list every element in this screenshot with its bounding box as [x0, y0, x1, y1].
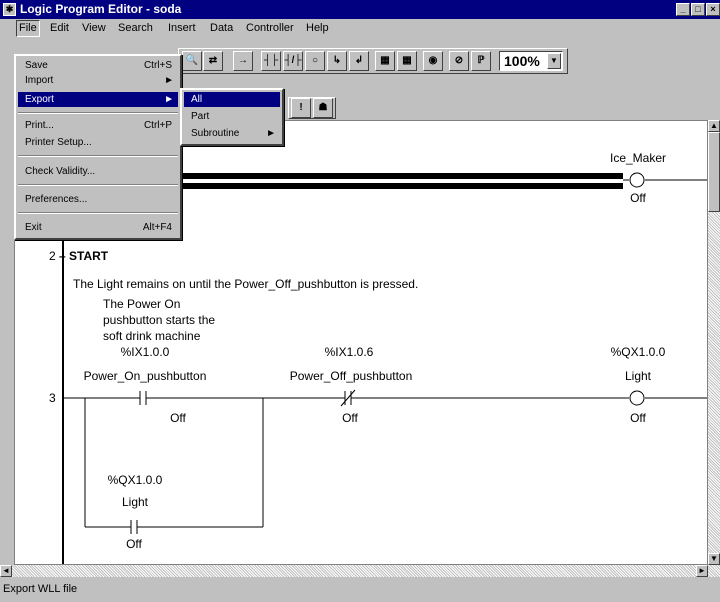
scroll-right-icon[interactable]: ►	[696, 565, 708, 577]
status-text: Export WLL file	[3, 583, 78, 595]
menu-item-export-subroutine[interactable]: Subroutine ►	[184, 126, 280, 141]
rung1-coil-name: Ice_Maker	[609, 151, 667, 165]
menu-separator	[18, 155, 178, 157]
branch-contact-state: Off	[126, 537, 142, 551]
menu-item-import[interactable]: Import ►	[18, 73, 178, 88]
coil-address: %QX1.0.0	[610, 345, 666, 359]
file-menu-dropdown: Save Ctrl+S Import ► Export ► Print... Ctrl+…	[14, 54, 182, 240]
menu-view[interactable]: View	[82, 22, 106, 34]
contact1-name[interactable]: Power_On_pushbutton	[83, 369, 207, 383]
minimize-button[interactable]: _	[676, 3, 690, 16]
horizontal-scrollbar[interactable]: ◄ ►	[0, 565, 720, 577]
disable-button[interactable]: ⊘	[449, 51, 469, 71]
coil-button[interactable]: ○	[305, 51, 325, 71]
menu-search[interactable]: Search	[118, 22, 153, 34]
scroll-left-icon[interactable]: ◄	[0, 565, 12, 577]
close-button[interactable]: ×	[706, 3, 720, 16]
contact2-name[interactable]: Power_Off_pushbutton	[279, 369, 423, 383]
menu-help[interactable]: Help	[306, 22, 329, 34]
rung3-number: 3	[49, 391, 56, 405]
menu-file[interactable]: File	[16, 20, 40, 37]
scroll-down-icon[interactable]: ▼	[708, 553, 720, 565]
menu-separator	[18, 184, 178, 186]
scroll-thumb[interactable]	[708, 132, 720, 212]
contact1-state: Off	[170, 411, 186, 425]
alert-button[interactable]: !	[291, 98, 311, 118]
function-block-button[interactable]: ▦	[375, 51, 395, 71]
menu-separator	[18, 112, 178, 114]
zoom-value: 100%	[504, 53, 540, 69]
user-button[interactable]: ☗	[313, 98, 333, 118]
coil-name[interactable]: Light	[613, 369, 663, 383]
replace-button[interactable]: ⇄	[203, 51, 223, 71]
menu-item-print[interactable]: Print... Ctrl+P	[18, 118, 178, 133]
zoom-select[interactable]: 100% ▼	[499, 51, 563, 71]
nc-contact-button[interactable]: ┤/├	[283, 51, 303, 71]
function-block2-button[interactable]: ▦	[397, 51, 417, 71]
rung3-note-line2: pushbutton starts the	[103, 313, 216, 327]
menu-item-preferences[interactable]: Preferences...	[18, 192, 178, 207]
menu-edit[interactable]: Edit	[50, 22, 69, 34]
rung1-coil-state: Off	[630, 191, 646, 205]
properties-button[interactable]: ℙ	[471, 51, 491, 71]
menu-data[interactable]: Data	[210, 22, 233, 34]
scroll-up-icon[interactable]: ▲	[708, 120, 720, 132]
monitor-button[interactable]: ◉	[423, 51, 443, 71]
menu-item-printer-setup[interactable]: Printer Setup...	[18, 135, 178, 150]
insert-rung-button[interactable]: →	[233, 51, 253, 71]
menu-item-export-all[interactable]: All	[184, 92, 280, 107]
window-title: Logic Program Editor - soda	[20, 2, 182, 16]
contact2-state: Off	[342, 411, 358, 425]
rung3-note-line1: The Power On	[103, 297, 181, 311]
contact1-address: %IX1.0.0	[120, 345, 170, 359]
title-bar[interactable]: ✱ Logic Program Editor - soda _ □ ×	[0, 0, 720, 19]
branch-open-button[interactable]: ↳	[327, 51, 347, 71]
maximize-button[interactable]: □	[691, 3, 705, 16]
menu-item-exit[interactable]: Exit Alt+F4	[18, 220, 178, 235]
no-contact-button[interactable]: ┤├	[261, 51, 281, 71]
status-bar: Export WLL file	[0, 578, 720, 602]
rung3-note-line3: soft drink machine	[103, 329, 201, 343]
app-icon[interactable]: ✱	[3, 3, 16, 16]
menu-bar: File Edit View Search Insert Data Contro…	[0, 19, 720, 38]
menu-separator	[18, 212, 178, 214]
menu-item-save[interactable]: Save Ctrl+S	[18, 58, 178, 73]
rung2-comment: The Light remains on until the Power_Off…	[73, 277, 419, 291]
branch-contact-address: %QX1.0.0	[107, 473, 163, 487]
contact2-address: %IX1.0.6	[324, 345, 374, 359]
branch-close-button[interactable]: ↲	[349, 51, 369, 71]
rung2-number: 2	[49, 249, 56, 263]
secondary-toolbar: ! ☗	[288, 97, 336, 119]
rung2-title: – START	[59, 249, 109, 263]
menu-insert[interactable]: Insert	[168, 22, 196, 34]
vertical-scrollbar[interactable]: ▲ ▼	[708, 120, 720, 565]
main-toolbar: 🔍 ⇄ → ┤├ ┤/├ ○ ↳ ↲ ▦ ▦ ◉ ⊘ ℙ 100% ▼	[178, 48, 568, 74]
coil-state: Off	[630, 411, 646, 425]
branch-contact-name[interactable]: Light	[115, 495, 155, 509]
menu-item-check-validity[interactable]: Check Validity...	[18, 164, 178, 179]
find-button[interactable]: 🔍	[182, 51, 202, 71]
export-submenu: All Part Subroutine ►	[180, 88, 284, 146]
chevron-down-icon[interactable]: ▼	[547, 53, 561, 69]
menu-item-export-part[interactable]: Part	[184, 109, 280, 124]
menu-controller[interactable]: Controller	[246, 22, 294, 34]
menu-item-export[interactable]: Export ►	[18, 92, 178, 107]
